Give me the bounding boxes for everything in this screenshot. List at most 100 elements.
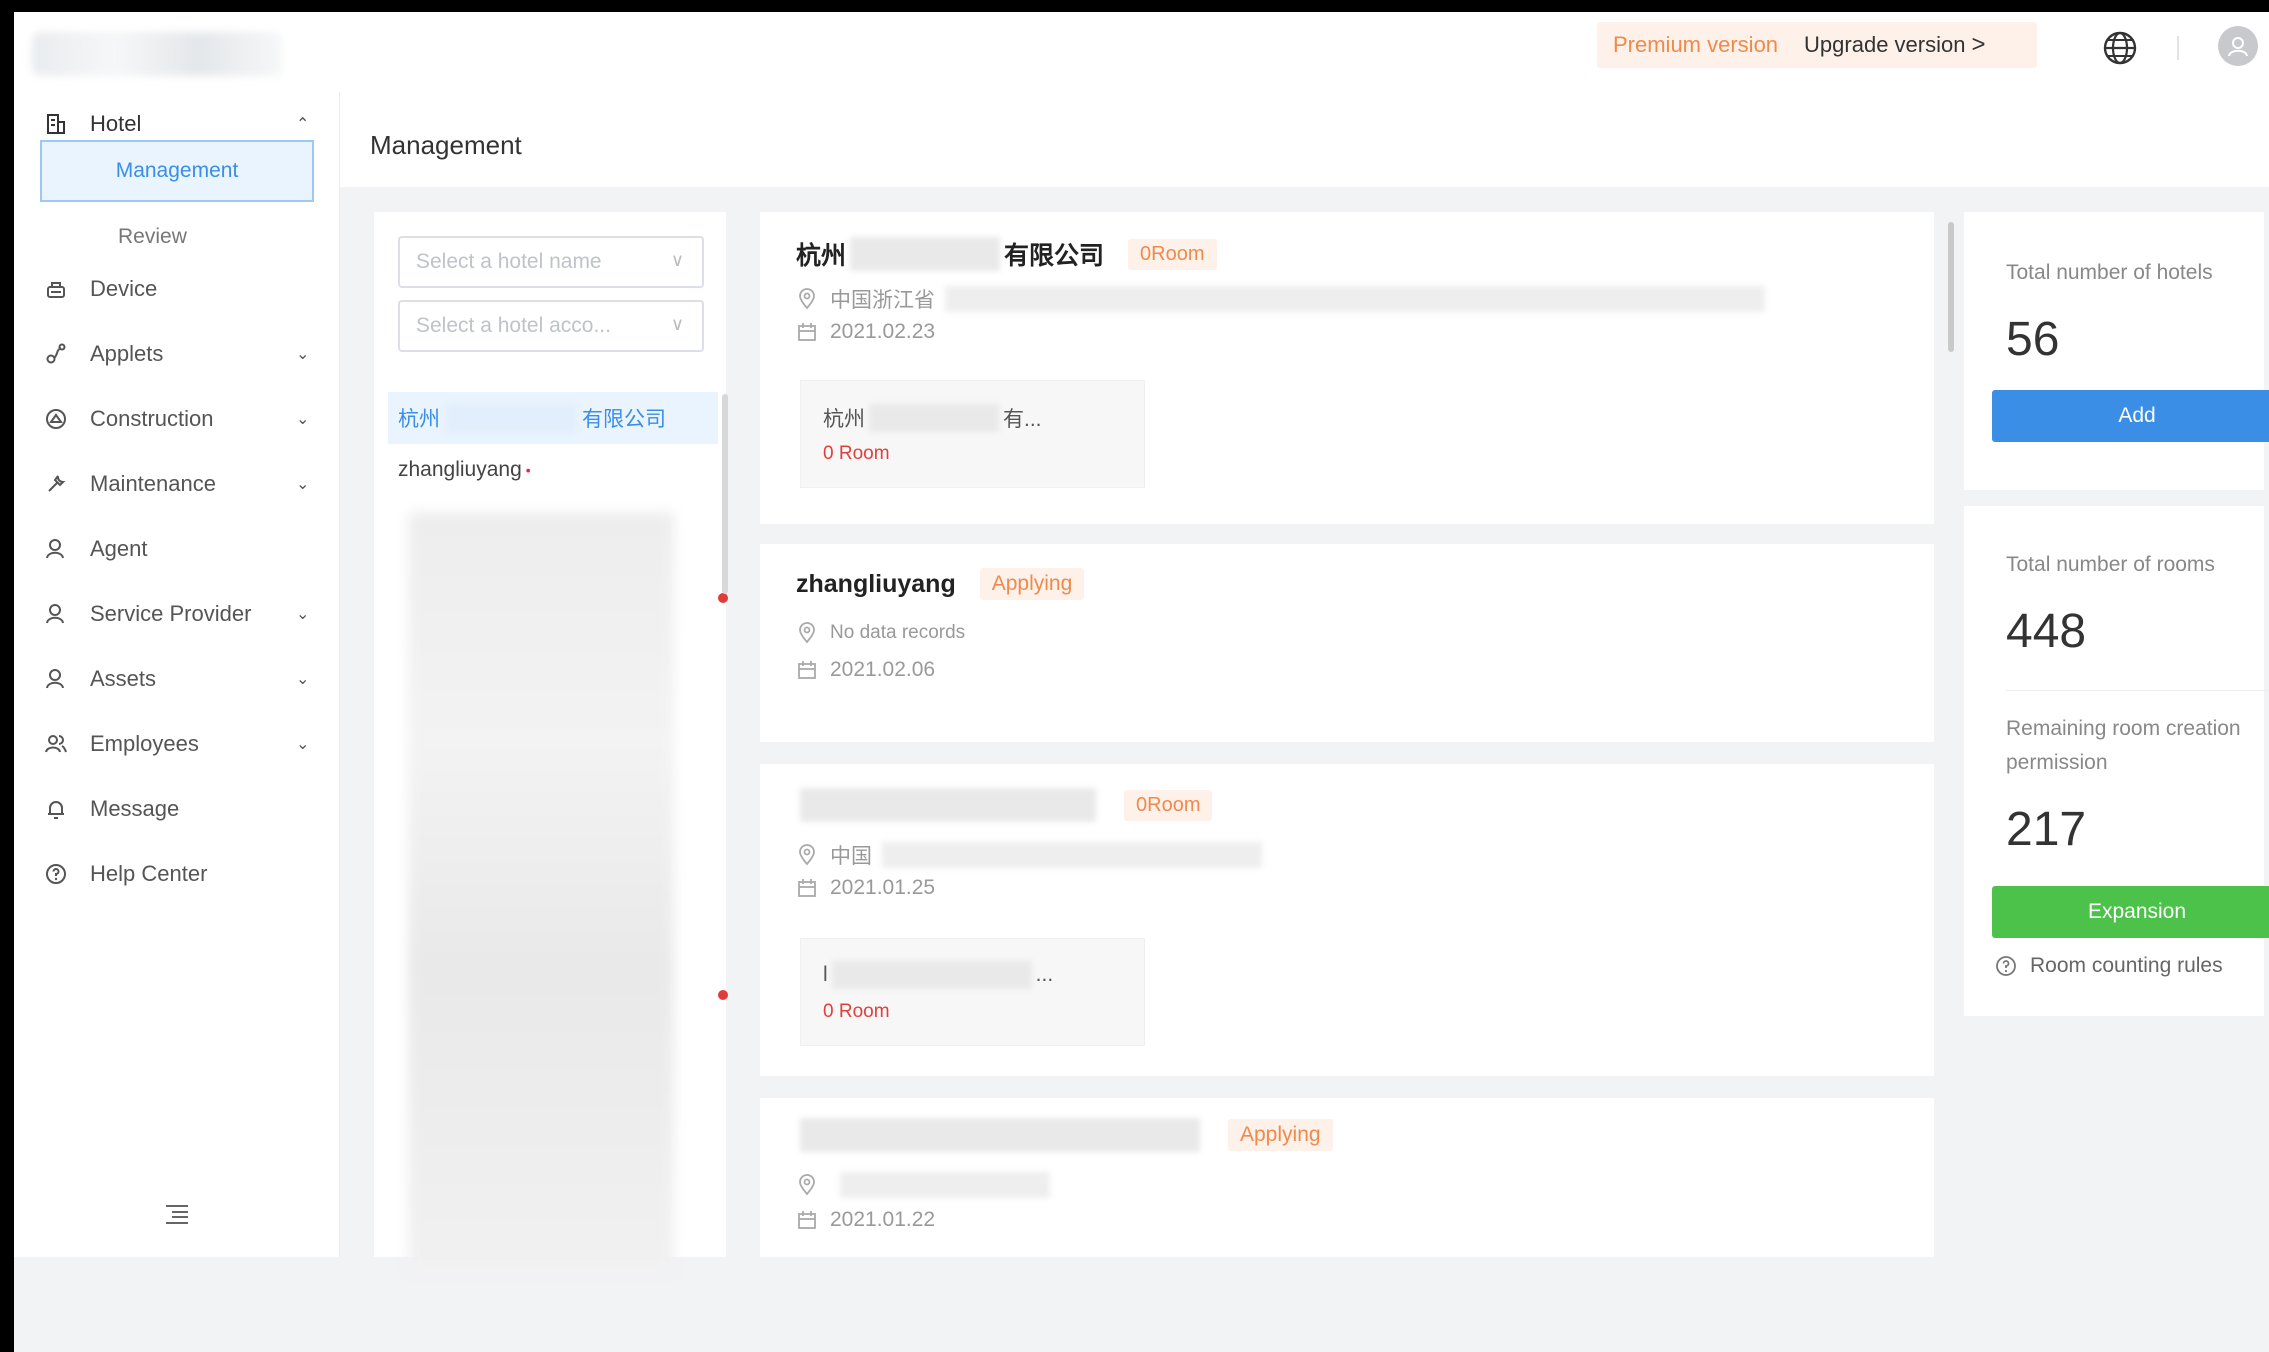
sidebar-item-label: Applets	[90, 341, 164, 366]
calendar-icon	[798, 661, 816, 679]
sidebar-item-label: Hotel	[90, 111, 142, 136]
page-title-bar: Management	[340, 92, 2269, 187]
brand-logo[interactable]	[32, 32, 282, 76]
list-scrollbar[interactable]	[722, 394, 728, 594]
calendar-icon	[798, 1211, 816, 1229]
hotel-card[interactable]: 杭州 有限公司 0Room 中国浙江省 2021.02.23 杭州 有... 0…	[760, 212, 1934, 524]
chevron-down-icon: ⌄	[296, 671, 310, 688]
card-list-scrollbar[interactable]	[1948, 222, 1954, 352]
room-counting-rules-link[interactable]: Room counting rules	[1994, 954, 2223, 978]
sidebar-item-applets[interactable]: Applets ⌄	[14, 324, 340, 384]
list-item[interactable]: 杭州 有限公司	[388, 392, 718, 444]
applet-icon	[42, 340, 70, 368]
hotel-name: zhangliuyang	[398, 458, 522, 481]
hotel-name-placeholder: Select a hotel name	[416, 250, 602, 273]
user-icon	[42, 600, 70, 628]
total-rooms-label: Total number of rooms	[2006, 553, 2215, 576]
location-text: No data records	[830, 622, 966, 643]
redacted-text	[945, 286, 1765, 312]
list-item[interactable]: zhangliuyang •	[388, 444, 718, 496]
redacted-text	[840, 1172, 1050, 1198]
device-icon	[42, 275, 70, 303]
location-text: 中国浙江省	[830, 289, 935, 312]
hotel-date: 2021.02.23	[796, 320, 935, 344]
chevron-right-icon: >	[1971, 31, 1986, 58]
chevron-down-icon: ∨	[670, 314, 684, 334]
room-name-suffix: 有...	[1003, 408, 1042, 431]
calendar-icon	[798, 879, 816, 897]
hotel-location: 中国浙江省	[796, 284, 1765, 314]
room-count-badge: 0Room	[1128, 238, 1217, 270]
page-title: Management	[370, 130, 522, 160]
status-badge: Applying	[979, 568, 1085, 600]
sidebar-item-label: Help Center	[90, 861, 208, 886]
sidebar-item-maintenance[interactable]: Maintenance ⌄	[14, 454, 340, 514]
wrench-icon	[42, 470, 70, 498]
total-hotels-value: 56	[2006, 313, 2060, 366]
location-pin-icon	[799, 844, 815, 866]
chevron-down-icon: ∨	[670, 250, 684, 270]
sidebar-item-label: Employees	[90, 731, 199, 756]
hotel-card-title: 0Room	[796, 788, 1213, 822]
sidebar-item-service-provider[interactable]: Service Provider ⌄	[14, 584, 340, 644]
hotel-card[interactable]: zhangliuyang Applying No data records 20…	[760, 544, 1934, 742]
question-icon	[42, 860, 70, 888]
globe-icon[interactable]	[2100, 28, 2140, 68]
hotel-card[interactable]: Applying 2021.01.22	[760, 1098, 1934, 1257]
upgrade-version-link[interactable]: Upgrade version	[1804, 32, 1965, 58]
hotel-card-title: zhangliuyang Applying	[796, 568, 1085, 600]
add-hotel-button[interactable]: Add	[1992, 390, 2269, 442]
redacted-text	[831, 961, 1032, 989]
hotel-location: 中国	[796, 840, 1262, 870]
remaining-permission-label: Remaining room creation permission	[2006, 717, 2241, 774]
sidebar-subitem-management[interactable]: Management	[40, 140, 314, 202]
hotel-name-select[interactable]: Select a hotel name ∨	[398, 236, 704, 288]
sidebar-item-assets[interactable]: Assets ⌄	[14, 649, 340, 709]
user-icon	[42, 535, 70, 563]
top-header: Premium version Upgrade version >	[14, 12, 2269, 92]
hotel-stats-card: Total number of hotels 56 Add	[1964, 212, 2269, 490]
room-name-suffix: ...	[1035, 963, 1054, 986]
sidebar-item-message[interactable]: Message	[14, 779, 340, 839]
users-icon	[42, 730, 70, 758]
hotel-account-select[interactable]: Select a hotel acco... ∨	[398, 300, 704, 352]
hotel-card[interactable]: 0Room 中国 2021.01.25 l ... 0 Room	[760, 764, 1934, 1076]
unread-dot: •	[525, 462, 531, 478]
user-icon	[42, 665, 70, 693]
expansion-button[interactable]: Expansion	[1992, 886, 2269, 938]
redacted-text	[882, 842, 1262, 868]
avatar[interactable]	[2218, 26, 2258, 66]
hotel-date: 2021.02.06	[796, 658, 935, 682]
room-summary-box[interactable]: l ... 0 Room	[800, 938, 1145, 1046]
calendar-icon	[798, 323, 816, 341]
upgrade-banner[interactable]: Premium version Upgrade version >	[1597, 22, 2037, 68]
room-count-badge: 0Room	[1124, 789, 1213, 821]
sidebar-item-agent[interactable]: Agent	[14, 519, 340, 579]
hotel-filter-panel: Select a hotel name ∨ Select a hotel acc…	[374, 212, 728, 1272]
sidebar-item-construction[interactable]: Construction ⌄	[14, 389, 340, 449]
sidebar-item-label: Construction	[90, 406, 214, 431]
hotel-date: 2021.01.22	[796, 1208, 935, 1232]
hotel-title: zhangliuyang	[796, 569, 956, 598]
question-icon	[1996, 956, 2016, 976]
sidebar-item-help-center[interactable]: Help Center	[14, 844, 340, 904]
construction-icon	[42, 405, 70, 433]
hotel-list: 杭州 有限公司 zhangliuyang •	[388, 392, 718, 1272]
remaining-permission-value: 217	[2006, 803, 2087, 856]
chevron-down-icon: ⌄	[296, 606, 310, 623]
menu-collapse-icon[interactable]	[164, 1202, 190, 1231]
total-hotels-label: Total number of hotels	[2006, 261, 2213, 284]
date-text: 2021.02.23	[830, 320, 936, 343]
redacted-text	[869, 404, 999, 432]
sidebar-item-device[interactable]: Device	[14, 259, 340, 319]
sidebar-item-label: Agent	[90, 536, 148, 561]
chevron-up-icon: ⌃	[296, 116, 310, 133]
location-pin-icon	[799, 1174, 815, 1196]
chevron-down-icon: ⌄	[296, 411, 310, 428]
sidebar-item-employees[interactable]: Employees ⌄	[14, 714, 340, 774]
room-summary-box[interactable]: 杭州 有... 0 Room	[800, 380, 1145, 488]
location-pin-icon	[799, 622, 815, 644]
unread-dot	[718, 593, 728, 603]
premium-version-label: Premium version	[1613, 32, 1779, 57]
sidebar-item-label: Maintenance	[90, 471, 216, 496]
